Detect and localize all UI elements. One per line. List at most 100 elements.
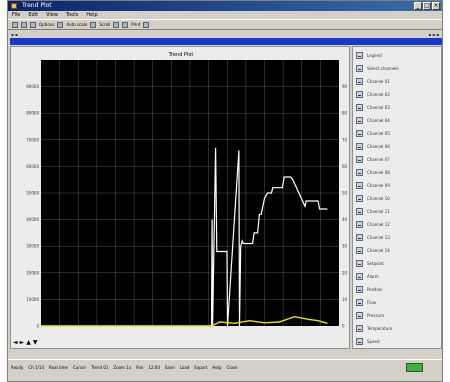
legend-item[interactable]: Channel 11 bbox=[356, 207, 390, 216]
nav-up-icon[interactable]: ▲ bbox=[26, 340, 31, 346]
status-item: Zoom 1x bbox=[113, 365, 132, 370]
pan-icon[interactable] bbox=[122, 21, 129, 28]
legend-item-label: Temperature bbox=[367, 326, 393, 331]
status-item: Load bbox=[179, 365, 190, 370]
channel-icon bbox=[356, 299, 363, 306]
channel-icon bbox=[356, 221, 363, 228]
legend-item[interactable]: Channel 14 bbox=[356, 246, 390, 255]
channel-icon bbox=[356, 156, 363, 163]
toolbar-options[interactable]: Options bbox=[39, 22, 54, 27]
legend-item-label: Channel 05 bbox=[367, 131, 390, 136]
channel-icon bbox=[356, 234, 363, 241]
legend-item-label: Channel 04 bbox=[367, 118, 390, 123]
legend-item[interactable]: Channel 12 bbox=[356, 220, 390, 229]
legend-item[interactable]: Temperature bbox=[356, 324, 392, 333]
legend-item-label: Channel 10 bbox=[367, 196, 390, 201]
nav-left-icon[interactable]: ◄ bbox=[13, 340, 18, 346]
status-item: Ch 1/14 bbox=[28, 365, 45, 370]
legend-item-label: Alarm bbox=[367, 274, 379, 279]
nav-controls: ◄ ► ▲ ▼ bbox=[13, 340, 38, 346]
channel-icon bbox=[356, 104, 363, 111]
legend-item[interactable]: Channel 01 bbox=[356, 77, 390, 86]
legend-item[interactable]: Channel 06 bbox=[356, 142, 390, 151]
window-title: Trend Plot bbox=[22, 2, 52, 9]
legend-item[interactable]: Position bbox=[356, 285, 383, 294]
menu-help[interactable]: Help bbox=[86, 11, 97, 19]
left-tick-label: 60000 bbox=[26, 164, 39, 169]
legend-item[interactable]: Channel 04 bbox=[356, 116, 390, 125]
legend-item[interactable]: Channel 05 bbox=[356, 129, 390, 138]
channel-icon bbox=[356, 286, 363, 293]
right-axis-ticks: 90 80 70 60 50 40 30 20 10 0 bbox=[342, 84, 348, 328]
legend-item-label: Flow bbox=[367, 300, 377, 305]
new-icon[interactable] bbox=[12, 21, 18, 28]
legend-item-label: Select channels bbox=[367, 66, 399, 71]
channel-icon bbox=[356, 260, 363, 267]
cursor-icon[interactable] bbox=[113, 21, 120, 28]
toolbar-autoscale[interactable]: Auto scale bbox=[66, 22, 87, 27]
right-tick-label: 10 bbox=[342, 297, 348, 302]
right-tick-label: 30 bbox=[342, 244, 348, 249]
legend-item[interactable]: Select channels bbox=[356, 64, 399, 73]
channel-icon bbox=[356, 143, 363, 150]
legend-item[interactable]: Pressure bbox=[356, 311, 384, 320]
channel-icon bbox=[356, 273, 363, 280]
legend-item[interactable]: Speed bbox=[356, 337, 380, 346]
legend-item[interactable]: Channel 08 bbox=[356, 168, 390, 177]
right-tick-label: 0 bbox=[342, 324, 345, 329]
left-tick-label: 50000 bbox=[26, 191, 39, 196]
right-tick-label: 70 bbox=[342, 137, 348, 142]
nav-down-icon[interactable]: ▼ bbox=[33, 340, 38, 346]
status-ok-indicator bbox=[406, 363, 423, 372]
left-tick-label: 80000 bbox=[26, 111, 39, 116]
left-tick-label: 10000 bbox=[26, 297, 39, 302]
open-icon[interactable] bbox=[21, 21, 27, 28]
legend-item[interactable]: Flow bbox=[356, 298, 376, 307]
plot-panel: Trend Plot 90000 80000 70000 60000 50000 4000… bbox=[10, 46, 350, 349]
maximize-button[interactable]: □ bbox=[423, 2, 431, 10]
menu-view[interactable]: View bbox=[46, 11, 58, 19]
legend-item[interactable]: Alarm bbox=[356, 272, 379, 281]
legend-item[interactable]: Channel 07 bbox=[356, 155, 390, 164]
channel-icon bbox=[356, 325, 363, 332]
menu-edit[interactable]: Edit bbox=[28, 11, 38, 19]
toolbar-print[interactable]: Print bbox=[131, 22, 140, 27]
legend-item[interactable]: Channel 13 bbox=[356, 233, 390, 242]
channel-icon bbox=[356, 182, 363, 189]
minimize-button[interactable]: _ bbox=[414, 2, 422, 10]
print-icon[interactable] bbox=[143, 21, 150, 28]
save-icon[interactable] bbox=[30, 21, 36, 28]
right-tick-label: 50 bbox=[342, 191, 348, 196]
legend-item[interactable]: Legend bbox=[356, 51, 382, 60]
left-tick-label: 30000 bbox=[26, 244, 39, 249]
close-button[interactable]: × bbox=[432, 2, 440, 10]
left-tick-label: 0 bbox=[36, 324, 39, 329]
legend-item[interactable]: Channel 02 bbox=[356, 90, 390, 99]
legend-item-label: Channel 07 bbox=[367, 157, 390, 162]
legend-item[interactable]: Channel 03 bbox=[356, 103, 390, 112]
channel-icon bbox=[356, 91, 363, 98]
status-item: Trend 01 bbox=[91, 365, 109, 370]
zoom-in-icon[interactable] bbox=[57, 21, 64, 28]
legend-item-label: Legend bbox=[367, 53, 382, 58]
legend-item-label: Channel 03 bbox=[367, 105, 390, 110]
toolbar-right-marker: ▪ ▪ ▪ bbox=[428, 31, 439, 37]
channel-icon bbox=[356, 312, 363, 319]
channel-icon bbox=[356, 117, 363, 124]
status-item: Save bbox=[164, 365, 175, 370]
menu-tools[interactable]: Tools bbox=[66, 11, 78, 19]
legend-item[interactable]: Channel 10 bbox=[356, 194, 390, 203]
legend-item[interactable]: Setpoint bbox=[356, 259, 384, 268]
toolbar-scroll[interactable]: Scroll bbox=[99, 22, 110, 27]
status-item: Export bbox=[194, 365, 208, 370]
legend-item-label: Channel 14 bbox=[367, 248, 390, 253]
trend-chart[interactable]: Trend Plot 90000800007000060000500004000… bbox=[11, 47, 351, 350]
nav-right-icon[interactable]: ► bbox=[20, 340, 25, 346]
menu-file[interactable]: File bbox=[12, 11, 20, 19]
legend-item-label: Speed bbox=[367, 339, 380, 344]
status-item: Ready bbox=[11, 365, 24, 370]
status-item: Help bbox=[212, 365, 222, 370]
plot-header-bar bbox=[10, 38, 442, 45]
zoom-out-icon[interactable] bbox=[90, 21, 97, 28]
legend-item[interactable]: Channel 09 bbox=[356, 181, 390, 190]
